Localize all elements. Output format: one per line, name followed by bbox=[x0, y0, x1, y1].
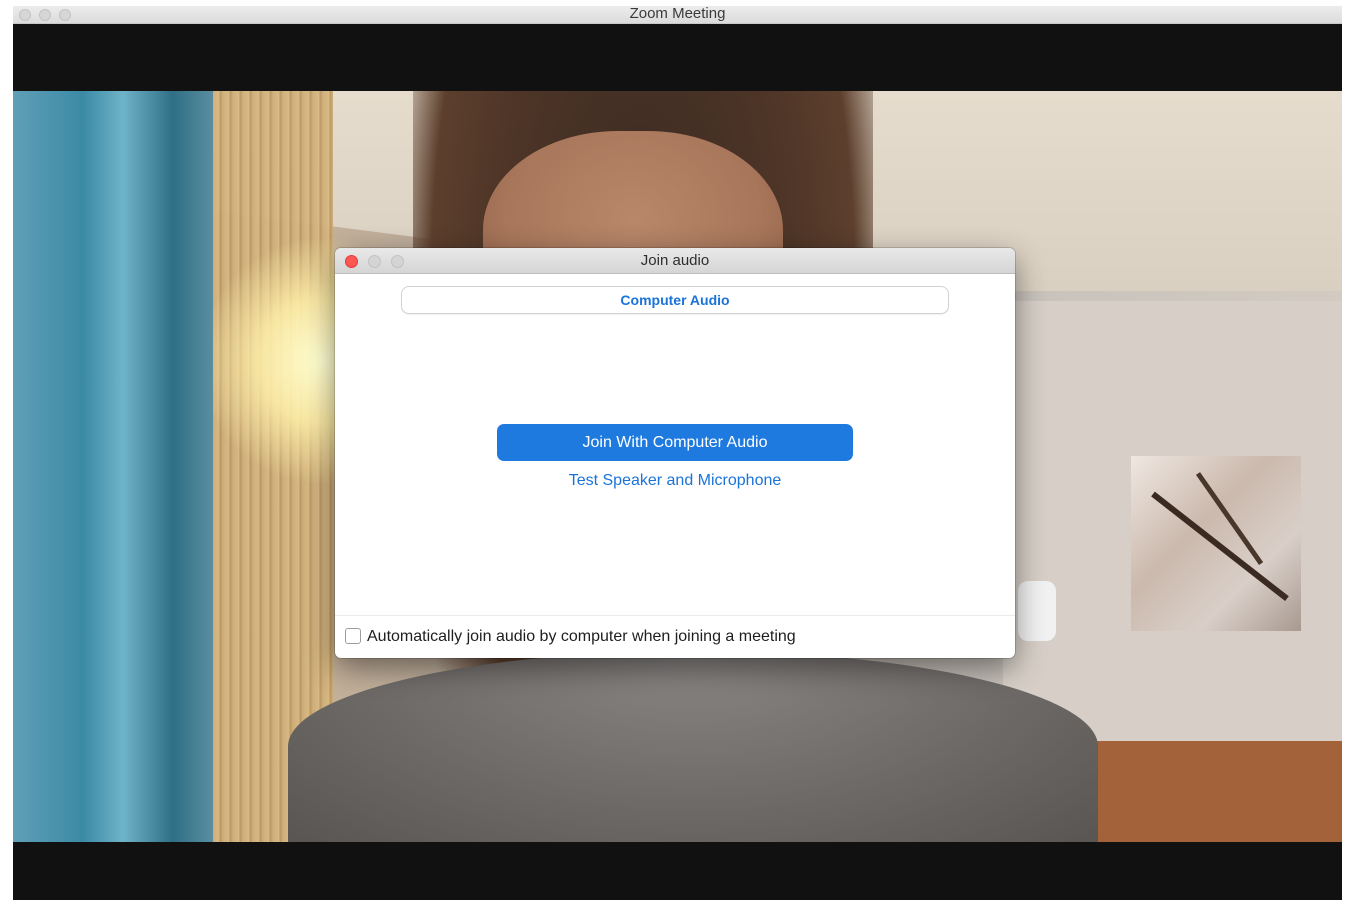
wooden-cabinet bbox=[1093, 741, 1342, 842]
audio-tab-bar: Computer Audio bbox=[401, 286, 949, 314]
join-audio-dialog: Join audio Computer Audio Join With Comp… bbox=[335, 248, 1015, 658]
test-speaker-microphone-link[interactable]: Test Speaker and Microphone bbox=[335, 472, 1015, 490]
dialog-title: Join audio bbox=[640, 252, 710, 269]
divider bbox=[335, 615, 1015, 616]
curtain bbox=[13, 91, 213, 842]
join-computer-audio-button[interactable]: Join With Computer Audio bbox=[497, 424, 853, 461]
tab-computer-audio[interactable]: Computer Audio bbox=[402, 287, 948, 313]
auto-join-checkbox[interactable] bbox=[345, 628, 361, 644]
participant-sweater bbox=[288, 651, 1098, 842]
dialog-titlebar: Join audio bbox=[335, 248, 1015, 274]
window-title: Zoom Meeting bbox=[629, 6, 726, 22]
wall-fixture bbox=[1018, 581, 1056, 641]
auto-join-label[interactable]: Automatically join audio by computer whe… bbox=[367, 628, 796, 646]
window-titlebar: Zoom Meeting bbox=[13, 6, 1342, 24]
